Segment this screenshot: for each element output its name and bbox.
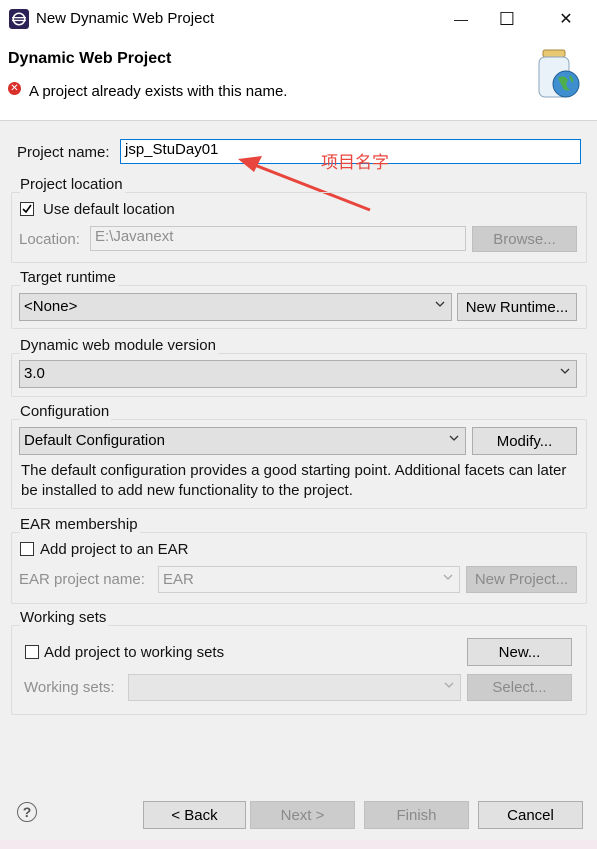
module-version-select[interactable]: 3.0 [19, 360, 577, 388]
error-icon: ✕ [8, 82, 21, 95]
working-sets-field-label: Working sets: [24, 679, 115, 696]
working-sets-label: Working sets [20, 609, 109, 626]
new-runtime-label: New Runtime... [465, 298, 569, 316]
minimize-icon: — [454, 11, 468, 27]
maximize-button[interactable]: ☐ [484, 4, 530, 34]
ear-project-name-value: EAR [163, 571, 194, 588]
target-runtime-value: <None> [24, 298, 78, 315]
configuration-label: Configuration [20, 403, 112, 420]
chevron-down-icon [444, 682, 454, 688]
target-runtime-label: Target runtime [20, 269, 118, 286]
back-button[interactable]: < Back [143, 801, 246, 829]
use-default-location-label: Use default location [43, 201, 175, 218]
project-name-value: jsp_StuDay01 [125, 141, 219, 158]
back-label: < Back [171, 806, 218, 824]
chevron-down-icon [560, 368, 570, 374]
close-icon: ✕ [559, 11, 573, 28]
ear-membership-label: EAR membership [20, 516, 140, 533]
window-title: New Dynamic Web Project [36, 10, 215, 27]
configuration-description: The default configuration provides a goo… [21, 462, 567, 499]
error-message: A project already exists with this name. [29, 83, 288, 100]
chevron-down-icon [435, 301, 445, 307]
help-icon: ? [22, 804, 32, 820]
chevron-down-icon [443, 574, 453, 580]
add-to-working-sets-checkbox[interactable] [25, 645, 39, 659]
use-default-location-checkbox[interactable] [20, 202, 34, 216]
configuration-select[interactable]: Default Configuration [19, 427, 466, 455]
new-working-set-button[interactable]: New... [467, 638, 572, 666]
checkmark-icon [22, 204, 32, 214]
annotation-text: 项目名字 [321, 153, 389, 172]
next-button[interactable]: Next > [250, 801, 355, 829]
new-project-button[interactable]: New Project... [466, 566, 577, 593]
close-button[interactable]: ✕ [543, 4, 589, 34]
chevron-down-icon [449, 435, 459, 441]
bottom-strip [0, 840, 597, 849]
page-title: Dynamic Web Project [8, 50, 172, 67]
modify-button[interactable]: Modify... [472, 427, 577, 455]
next-label: Next > [280, 806, 325, 824]
minimize-button[interactable]: — [438, 4, 484, 34]
module-version-value: 3.0 [24, 365, 45, 382]
wizard-header: Dynamic Web Project ✕ A project already … [0, 38, 597, 121]
jar-globe-icon [538, 49, 580, 98]
select-working-sets-button[interactable]: Select... [467, 674, 572, 701]
select-label: Select... [492, 679, 547, 696]
browse-button[interactable]: Browse... [472, 226, 577, 252]
help-button[interactable]: ? [17, 802, 37, 822]
title-bar: New Dynamic Web Project — ☐ ✕ [0, 0, 597, 38]
configuration-value: Default Configuration [24, 432, 165, 449]
add-to-ear-label: Add project to an EAR [40, 541, 189, 558]
module-version-label: Dynamic web module version [20, 337, 218, 354]
working-sets-select[interactable] [128, 674, 461, 701]
location-value: E:\Javanext [95, 228, 174, 245]
eclipse-icon [9, 9, 29, 29]
target-runtime-select[interactable]: <None> [19, 293, 452, 321]
modify-label: Modify... [496, 432, 553, 450]
ear-project-name-select[interactable]: EAR [158, 566, 460, 593]
cancel-label: Cancel [507, 806, 554, 824]
browse-label: Browse... [493, 230, 556, 248]
new-project-label: New Project... [474, 571, 569, 588]
add-to-ear-checkbox[interactable] [20, 542, 34, 556]
project-name-label: Project name: [17, 144, 110, 161]
add-to-working-sets-label: Add project to working sets [44, 644, 225, 661]
project-location-label: Project location [20, 176, 125, 193]
new-runtime-button[interactable]: New Runtime... [457, 293, 577, 321]
location-input[interactable]: E:\Javanext [90, 226, 466, 251]
new-working-set-label: New... [498, 643, 541, 661]
maximize-icon: ☐ [498, 8, 516, 29]
finish-label: Finish [396, 806, 437, 824]
ear-project-name-label: EAR project name: [19, 571, 145, 588]
finish-button[interactable]: Finish [364, 801, 469, 829]
cancel-button[interactable]: Cancel [478, 801, 583, 829]
location-label: Location: [19, 231, 80, 248]
